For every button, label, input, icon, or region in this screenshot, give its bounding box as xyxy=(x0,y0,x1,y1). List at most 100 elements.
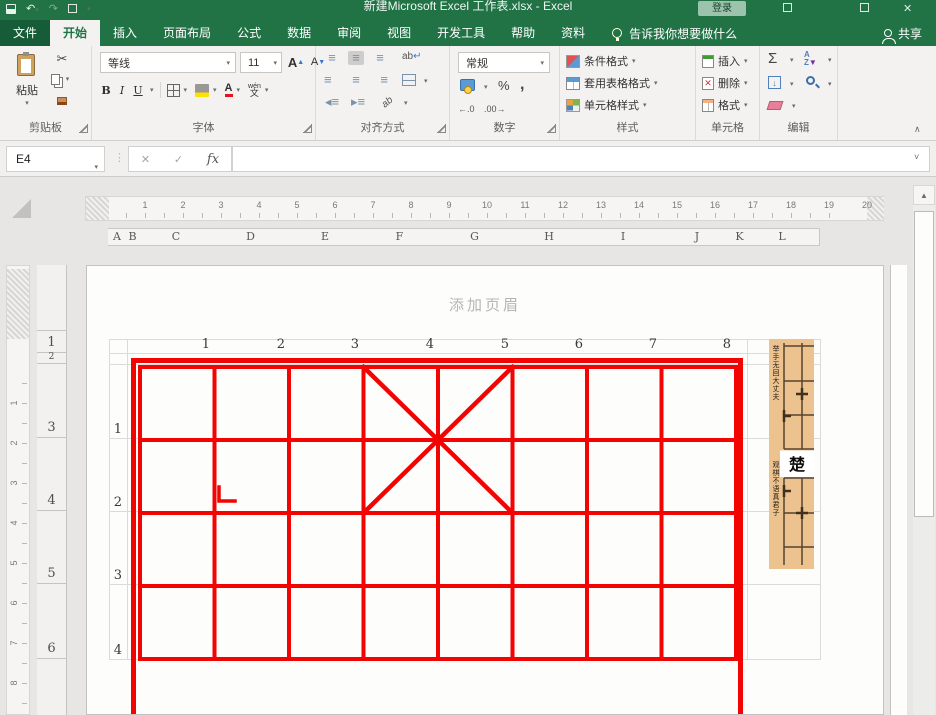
increase-decimal-icon[interactable]: ←.0 xyxy=(458,104,475,114)
row-header-4[interactable]: 4 xyxy=(37,493,66,509)
align-right-icon[interactable]: ≡ xyxy=(372,73,388,87)
tab-formulas[interactable]: 公式 xyxy=(224,20,274,46)
wrap-text-icon[interactable]: ab↵ xyxy=(402,51,422,62)
paste-button[interactable]: 粘贴 ▾ xyxy=(8,52,46,114)
fill-down-icon[interactable]: ↓ xyxy=(768,76,781,89)
clear-eraser-icon[interactable] xyxy=(767,101,784,110)
row-header-2[interactable]: 2 xyxy=(37,352,66,363)
tab-view[interactable]: 视图 xyxy=(374,20,424,46)
fill-color-dropdown-icon[interactable]: ▾ xyxy=(213,86,217,94)
row-header-6[interactable]: 6 xyxy=(37,641,66,657)
percent-style-button[interactable]: % xyxy=(498,78,510,93)
formula-input[interactable] xyxy=(232,146,930,172)
font-name-select[interactable]: 等线▾ xyxy=(100,52,236,73)
column-header-H[interactable]: H xyxy=(512,228,587,246)
column-header-I[interactable]: I xyxy=(586,228,661,246)
cut-button[interactable]: ✂ xyxy=(52,50,72,68)
underline-button[interactable]: U xyxy=(130,84,146,97)
tab-data[interactable]: 数据 xyxy=(274,20,324,46)
tab-help[interactable]: 帮助 xyxy=(498,20,548,46)
format-cells-button[interactable]: 格式▾ xyxy=(702,95,748,115)
column-header-C[interactable]: C xyxy=(139,228,214,246)
column-header-B[interactable]: B xyxy=(126,228,140,246)
column-header-A[interactable]: A xyxy=(108,228,127,246)
column-header-F[interactable]: F xyxy=(362,228,438,246)
clear-dropdown-icon[interactable]: ▾ xyxy=(792,102,796,110)
horizontal-ruler[interactable]: 1 2 3 4 5 6 7 8 9 10 11 12 13 14 15 16 1… xyxy=(85,196,884,221)
bold-button[interactable]: B xyxy=(98,84,114,97)
fill-dropdown-icon[interactable]: ▾ xyxy=(790,80,794,88)
autosum-dropdown-icon[interactable]: ▾ xyxy=(790,56,794,64)
column-header-E[interactable]: E xyxy=(288,228,363,246)
increase-indent-icon[interactable]: ▸≡ xyxy=(350,95,366,109)
phonetic-guide-button[interactable]: wén文 xyxy=(248,83,261,97)
borders-dropdown-icon[interactable]: ▾ xyxy=(184,86,188,94)
tab-insert[interactable]: 插入 xyxy=(100,20,150,46)
column-header-G[interactable]: G xyxy=(437,228,513,246)
row-header-3[interactable]: 3 xyxy=(37,420,66,436)
vertical-ruler[interactable]: 1 2 3 4 5 6 7 8 xyxy=(6,265,30,715)
sort-dropdown-icon[interactable]: ▾ xyxy=(828,56,832,64)
sort-filter-icon[interactable]: AZ▼ xyxy=(804,51,817,67)
font-color-icon[interactable]: A xyxy=(225,83,233,97)
copy-button[interactable]: ▾ xyxy=(50,70,70,88)
font-color-dropdown-icon[interactable]: ▾ xyxy=(237,86,241,94)
close-icon[interactable]: ✕ xyxy=(903,2,912,16)
underline-dropdown-icon[interactable]: ▾ xyxy=(150,86,154,94)
column-header-D[interactable]: D xyxy=(213,228,289,246)
font-dialog-launcher[interactable] xyxy=(303,124,312,133)
insert-function-icon[interactable]: fx xyxy=(207,152,219,167)
borders-icon[interactable] xyxy=(167,84,180,97)
format-as-table-button[interactable]: 套用表格格式▾ xyxy=(566,73,658,93)
vertical-scrollbar[interactable]: ▲ xyxy=(913,185,935,715)
scrollbar-thumb[interactable] xyxy=(914,211,934,517)
column-header-L[interactable]: L xyxy=(745,228,820,246)
tab-developer[interactable]: 开发工具 xyxy=(424,20,498,46)
italic-button[interactable]: I xyxy=(114,84,130,97)
tab-page-layout[interactable]: 页面布局 xyxy=(150,20,224,46)
tab-file[interactable]: 文件 xyxy=(0,20,50,46)
align-left-icon[interactable]: ≡ xyxy=(324,73,340,87)
ribbon-display-icon[interactable] xyxy=(783,2,792,16)
clipboard-dialog-launcher[interactable] xyxy=(79,124,88,133)
comma-style-button[interactable]: , xyxy=(520,76,524,94)
number-dialog-launcher[interactable] xyxy=(547,124,556,133)
delete-cells-button[interactable]: ✕删除▾ xyxy=(702,73,748,93)
share-button[interactable]: 共享 xyxy=(884,20,936,46)
enter-icon[interactable]: ✓ xyxy=(174,153,183,166)
merge-dropdown-icon[interactable]: ▾ xyxy=(424,77,428,85)
align-middle-icon[interactable]: ≡ xyxy=(348,51,364,65)
find-select-icon[interactable] xyxy=(806,76,815,85)
accounting-format-icon[interactable] xyxy=(460,79,475,91)
sign-in-button[interactable]: 登录 xyxy=(698,1,746,16)
column-header-J[interactable]: J xyxy=(660,228,735,246)
alignment-dialog-launcher[interactable] xyxy=(437,124,446,133)
worksheet-page[interactable]: 添加页眉 1 2 3 4 5 6 7 8 1 2 3 4 xyxy=(86,265,884,715)
decrease-decimal-icon[interactable]: .00→ xyxy=(484,104,506,114)
row-header-5[interactable]: 5 xyxy=(37,566,66,582)
find-dropdown-icon[interactable]: ▾ xyxy=(828,80,832,88)
accounting-dropdown-icon[interactable]: ▾ xyxy=(484,83,488,91)
row-header-1[interactable]: 1 xyxy=(37,335,66,351)
xiangqi-picture[interactable]: 举手无回大丈夫 观棋不语真君子 楚 xyxy=(769,339,814,569)
align-top-icon[interactable]: ≡ xyxy=(324,51,340,65)
tab-home[interactable]: 开始 xyxy=(50,20,100,46)
maximize-icon[interactable] xyxy=(860,2,869,16)
name-box[interactable]: E4▾ xyxy=(6,146,105,172)
orientation-dropdown-icon[interactable]: ▾ xyxy=(404,99,408,107)
format-painter-button[interactable] xyxy=(52,92,72,110)
expand-formula-bar-icon[interactable]: ˅ xyxy=(914,152,919,162)
align-center-icon[interactable]: ≡ xyxy=(348,73,364,87)
cell-styles-button[interactable]: 单元格样式▾ xyxy=(566,95,647,115)
tell-me-box[interactable]: 告诉我你想要做什么 xyxy=(612,20,737,46)
number-format-select[interactable]: 常规▾ xyxy=(458,52,550,73)
decrease-indent-icon[interactable]: ◂≡ xyxy=(324,95,340,109)
orientation-icon[interactable]: ab xyxy=(380,95,396,111)
fill-color-icon[interactable] xyxy=(195,84,209,97)
tab-review[interactable]: 审阅 xyxy=(324,20,374,46)
font-size-select[interactable]: 11▾ xyxy=(240,52,282,73)
scroll-up-icon[interactable]: ▲ xyxy=(913,185,935,205)
autosum-button[interactable]: Σ xyxy=(768,50,777,67)
phonetic-dropdown-icon[interactable]: ▾ xyxy=(265,86,269,94)
insert-cells-button[interactable]: 插入▾ xyxy=(702,51,748,71)
